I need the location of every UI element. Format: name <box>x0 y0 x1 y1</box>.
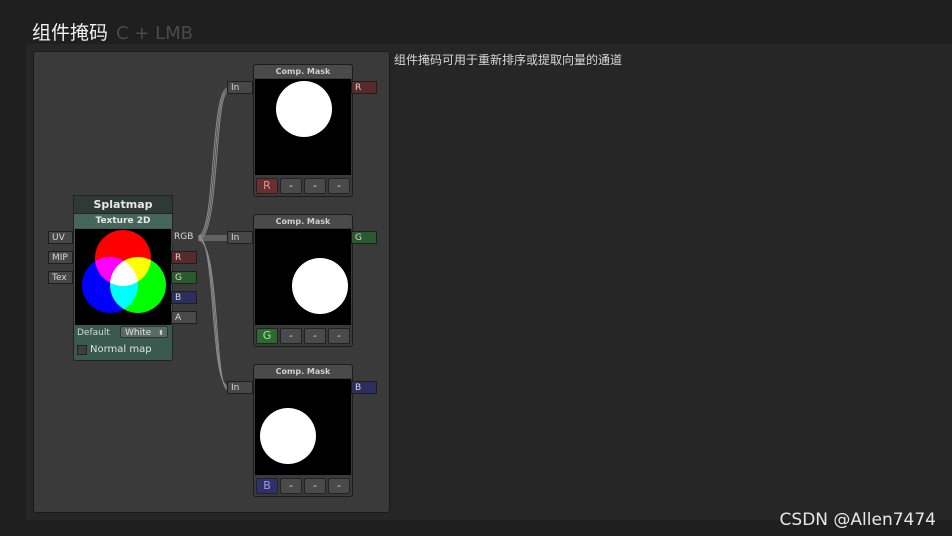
mask-g-circle <box>292 258 348 314</box>
normal-map-toggle[interactable]: Normal map <box>77 344 152 355</box>
channel-button-3[interactable]: - <box>304 478 326 494</box>
splatmap-preview <box>75 229 171 325</box>
output-port-r[interactable]: R <box>171 251 197 264</box>
wire-to-mask-b <box>197 235 229 387</box>
mask-g-channel-buttons: G - - - <box>256 328 350 344</box>
mask-b-channel-buttons: B - - - <box>256 478 350 494</box>
comp-mask-node-b[interactable]: Comp. Mask B - - - <box>253 364 353 497</box>
splatmap-node[interactable]: Texture 2D Default White ⬍ Normal map <box>73 213 173 361</box>
mask-g-output-port[interactable]: G <box>351 231 377 244</box>
comp-mask-title: Comp. Mask <box>254 365 352 378</box>
channel-button-b[interactable]: B <box>256 478 278 494</box>
shortcut-hint: C + LMB <box>116 23 194 44</box>
output-port-b[interactable]: B <box>171 291 197 304</box>
comp-mask-node-g[interactable]: Comp. Mask G - - - <box>253 214 353 347</box>
channel-button-2[interactable]: - <box>280 178 302 194</box>
channel-button-4[interactable]: - <box>328 328 350 344</box>
input-port-mip[interactable]: MIP <box>48 251 73 264</box>
mask-g-preview <box>255 229 351 325</box>
wire-to-mask-r <box>197 87 229 237</box>
mask-b-output-port[interactable]: B <box>351 381 377 394</box>
channel-button-2[interactable]: - <box>280 478 302 494</box>
select-arrow-icon: ⬍ <box>158 329 164 337</box>
mask-r-circle <box>276 81 332 137</box>
comp-mask-title: Comp. Mask <box>254 65 352 78</box>
mask-g-input-port[interactable]: In <box>227 231 253 244</box>
comp-mask-title: Comp. Mask <box>254 215 352 228</box>
default-select-value: White <box>125 328 152 338</box>
channel-button-3[interactable]: - <box>304 328 326 344</box>
mask-b-circle <box>260 408 316 464</box>
splatmap-node-subtitle: Texture 2D <box>74 214 172 228</box>
page-title: 组件掩码 <box>32 22 109 44</box>
channel-button-2[interactable]: - <box>280 328 302 344</box>
output-port-a[interactable]: A <box>171 311 197 324</box>
normal-map-checkbox[interactable] <box>77 344 87 355</box>
normal-map-label: Normal map <box>90 344 152 355</box>
mask-r-output-port[interactable]: R <box>351 81 377 94</box>
mask-b-preview <box>255 379 351 475</box>
mask-r-input-port[interactable]: In <box>227 81 253 94</box>
channel-button-3[interactable]: - <box>304 178 326 194</box>
output-port-g[interactable]: G <box>171 271 197 284</box>
default-select[interactable]: White ⬍ <box>120 326 168 338</box>
channel-button-g[interactable]: G <box>256 328 278 344</box>
page-header: 组件掩码 C + LMB <box>32 18 193 46</box>
mask-r-preview <box>255 79 351 175</box>
mask-r-channel-buttons: R - - - <box>256 178 350 194</box>
watermark: CSDN @Allen7474 <box>779 510 936 530</box>
channel-button-r[interactable]: R <box>256 178 278 194</box>
rgb-circles-image <box>82 230 166 313</box>
comp-mask-node-r[interactable]: Comp. Mask R - - - <box>253 64 353 197</box>
node-description: 组件掩码可用于重新排序或提取向量的通道 <box>394 53 623 67</box>
input-port-uv[interactable]: UV <box>48 231 73 244</box>
default-label: Default <box>77 328 110 338</box>
channel-button-4[interactable]: - <box>328 478 350 494</box>
input-port-tex[interactable]: Tex <box>48 271 73 284</box>
mask-b-input-port[interactable]: In <box>227 381 253 394</box>
splatmap-node-header[interactable]: Splatmap <box>73 195 173 214</box>
channel-button-4[interactable]: - <box>328 178 350 194</box>
output-port-rgb[interactable]: RGB <box>171 231 197 244</box>
